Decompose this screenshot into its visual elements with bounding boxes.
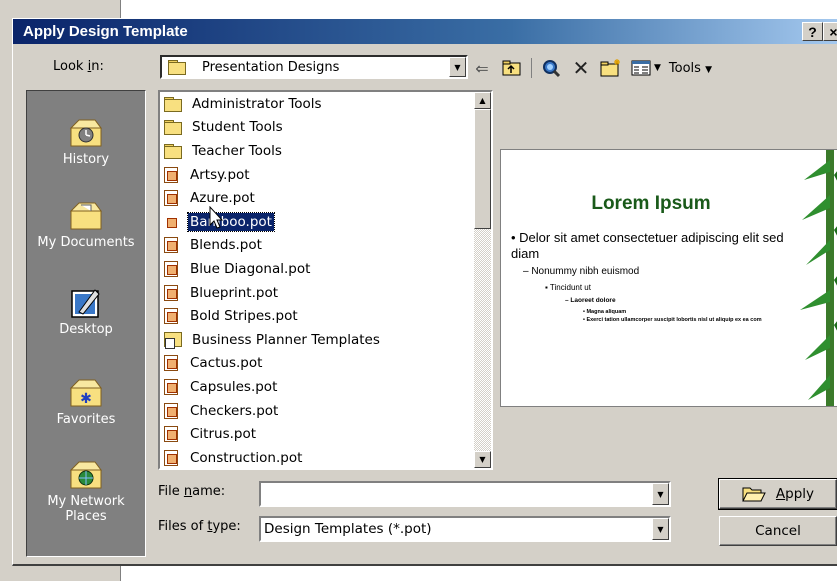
preview-title: Lorem Ipsum bbox=[591, 193, 711, 214]
help-button[interactable]: ? bbox=[802, 22, 823, 41]
preview-bullet-1: • Delor sit amet consectetuer adipiscing… bbox=[511, 230, 784, 261]
list-item[interactable]: Teacher Tools bbox=[160, 139, 491, 163]
files-of-type-combobox[interactable]: Design Templates (*.pot) ▼ bbox=[259, 516, 671, 542]
preview-bullet-2: – Nonummy nibh euismod bbox=[523, 266, 640, 277]
files-of-type-label: Files of type: bbox=[158, 519, 241, 534]
shortcut-folder-icon bbox=[164, 331, 182, 349]
history-icon bbox=[69, 116, 103, 148]
list-item[interactable]: Bold Stripes.pot bbox=[160, 304, 491, 328]
toolbar-separator bbox=[531, 58, 532, 78]
scroll-up-button[interactable]: ▲ bbox=[474, 92, 491, 109]
dialog-title: Apply Design Template bbox=[23, 23, 188, 40]
design-template-icon bbox=[164, 355, 178, 372]
place-my-network-places[interactable]: My Network Places bbox=[27, 458, 145, 524]
my-documents-icon bbox=[69, 199, 103, 231]
place-history-label: History bbox=[62, 152, 110, 167]
place-network-label: My Network Places bbox=[47, 494, 125, 524]
folder-icon bbox=[164, 96, 182, 112]
scroll-down-button[interactable]: ▼ bbox=[474, 451, 491, 468]
look-in-combobox[interactable]: Presentation Designs ▼ bbox=[160, 55, 468, 79]
close-button[interactable]: × bbox=[823, 22, 837, 41]
list-item[interactable]: Citrus.pot bbox=[160, 422, 491, 446]
design-template-icon bbox=[164, 378, 178, 395]
favorites-icon: ✱ bbox=[69, 376, 103, 408]
file-name-label: File name: bbox=[158, 484, 226, 499]
look-in-dropdown-button[interactable]: ▼ bbox=[449, 57, 466, 77]
files-of-type-dropdown-button[interactable]: ▼ bbox=[652, 518, 669, 540]
apply-button[interactable]: Apply bbox=[718, 478, 837, 510]
design-template-icon bbox=[164, 166, 178, 183]
template-preview: Lorem Ipsum • Delor sit amet consectetue… bbox=[500, 149, 837, 407]
list-item[interactable]: Capsules.pot bbox=[160, 375, 491, 399]
list-item[interactable]: Blends.pot bbox=[160, 234, 491, 258]
design-template-icon bbox=[164, 190, 178, 207]
mouse-cursor-icon bbox=[209, 206, 224, 229]
design-template-icon bbox=[164, 308, 178, 325]
list-item[interactable]: Artsy.pot bbox=[160, 163, 491, 187]
design-template-icon bbox=[164, 237, 178, 254]
up-one-level-icon[interactable] bbox=[501, 57, 523, 79]
folder-icon bbox=[164, 120, 182, 136]
place-my-documents-label: My Documents bbox=[37, 235, 135, 250]
design-template-icon bbox=[164, 213, 178, 230]
views-icon[interactable] bbox=[630, 57, 652, 79]
place-desktop-label: Desktop bbox=[59, 322, 113, 337]
preview-bullet-5: • Magna aliquam • Exerci tation ullamcorp… bbox=[583, 309, 762, 323]
look-in-value: Presentation Designs bbox=[202, 59, 340, 75]
place-desktop[interactable]: Desktop bbox=[27, 286, 145, 337]
list-item[interactable]: Checkers.pot bbox=[160, 399, 491, 423]
new-folder-icon[interactable] bbox=[600, 57, 622, 79]
design-template-icon bbox=[164, 260, 178, 277]
search-web-icon[interactable] bbox=[540, 57, 562, 79]
apply-design-template-dialog: Apply Design Template ? × Look in: Prese… bbox=[12, 18, 837, 566]
folder-icon bbox=[164, 143, 182, 159]
cancel-button[interactable]: Cancel bbox=[719, 516, 837, 546]
files-of-type-value: Design Templates (*.pot) bbox=[264, 521, 432, 537]
file-list-scrollbar[interactable]: ▲ ▼ bbox=[474, 92, 491, 468]
desktop-icon bbox=[69, 286, 103, 318]
tools-menu[interactable]: Tools ▼ bbox=[669, 61, 712, 76]
design-template-icon bbox=[164, 426, 178, 443]
list-item[interactable]: Blueprint.pot bbox=[160, 281, 491, 305]
file-name-dropdown-button[interactable]: ▼ bbox=[652, 483, 669, 505]
design-template-icon bbox=[164, 402, 178, 419]
views-dropdown-icon[interactable]: ▼ bbox=[654, 63, 661, 73]
scroll-thumb[interactable] bbox=[474, 109, 491, 229]
title-bar: Apply Design Template ? × bbox=[13, 19, 837, 44]
look-in-label: Look in: bbox=[53, 59, 104, 74]
design-template-icon bbox=[164, 284, 178, 301]
place-my-documents[interactable]: My Documents bbox=[27, 199, 145, 250]
dialog-toolbar: ⇐ ✕ ▼ Tools ▼ bbox=[471, 56, 712, 80]
folder-icon bbox=[168, 60, 186, 75]
delete-icon[interactable]: ✕ bbox=[570, 56, 592, 80]
list-item[interactable]: Administrator Tools bbox=[160, 92, 491, 116]
list-item[interactable]: Blue Diagonal.pot bbox=[160, 257, 491, 281]
preview-bullet-4: – Laoreet dolore bbox=[565, 297, 616, 304]
place-history[interactable]: History bbox=[27, 116, 145, 167]
svg-text:✱: ✱ bbox=[80, 391, 92, 407]
list-item[interactable]: Business Planner Templates bbox=[160, 328, 491, 352]
open-folder-icon bbox=[742, 487, 766, 502]
network-places-icon bbox=[69, 458, 103, 490]
file-list[interactable]: Administrator Tools Student Tools Teache… bbox=[158, 90, 493, 470]
place-favorites[interactable]: ✱ Favorites bbox=[27, 376, 145, 427]
list-item[interactable]: Cactus.pot bbox=[160, 352, 491, 376]
design-template-icon bbox=[164, 449, 178, 466]
list-item[interactable]: Student Tools bbox=[160, 116, 491, 140]
places-bar: History My Documents Desktop ✱ Favorites… bbox=[26, 90, 146, 557]
preview-bullet-3: ▪ Tincidunt ut bbox=[545, 283, 591, 292]
file-name-combobox[interactable]: ▼ bbox=[259, 481, 671, 507]
bamboo-decoration bbox=[800, 150, 837, 406]
list-item[interactable]: Construction.pot bbox=[160, 446, 491, 468]
place-favorites-label: Favorites bbox=[56, 412, 116, 427]
back-arrow-icon[interactable]: ⇐ bbox=[471, 57, 493, 79]
